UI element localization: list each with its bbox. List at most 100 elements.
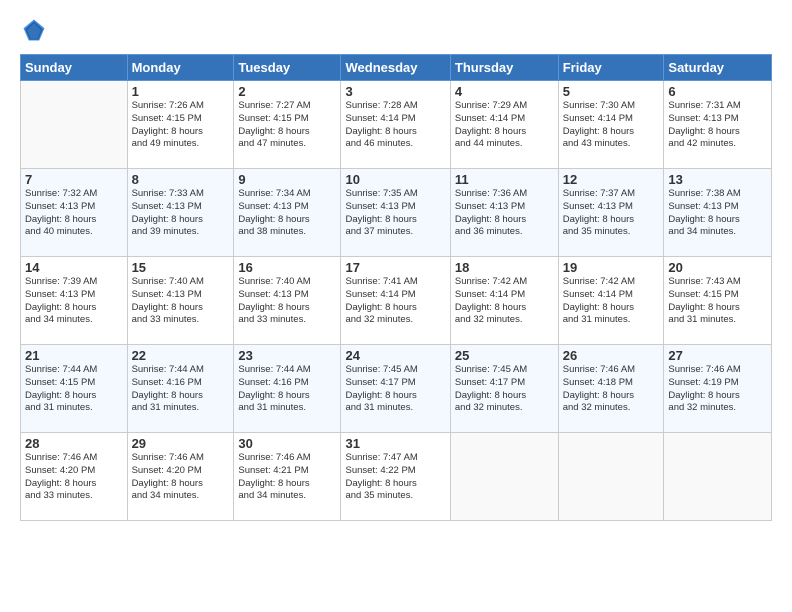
calendar-header-row: SundayMondayTuesdayWednesdayThursdayFrid… (21, 55, 772, 81)
calendar-cell: 4Sunrise: 7:29 AM Sunset: 4:14 PM Daylig… (450, 81, 558, 169)
day-info: Sunrise: 7:46 AM Sunset: 4:19 PM Dayligh… (668, 364, 767, 415)
calendar-cell: 14Sunrise: 7:39 AM Sunset: 4:13 PM Dayli… (21, 257, 128, 345)
calendar-cell: 2Sunrise: 7:27 AM Sunset: 4:15 PM Daylig… (234, 81, 341, 169)
day-info: Sunrise: 7:35 AM Sunset: 4:13 PM Dayligh… (345, 188, 445, 239)
calendar-cell: 29Sunrise: 7:46 AM Sunset: 4:20 PM Dayli… (127, 433, 234, 521)
calendar-cell: 7Sunrise: 7:32 AM Sunset: 4:13 PM Daylig… (21, 169, 128, 257)
day-info: Sunrise: 7:42 AM Sunset: 4:14 PM Dayligh… (563, 276, 660, 327)
day-number: 13 (668, 172, 767, 187)
day-info: Sunrise: 7:42 AM Sunset: 4:14 PM Dayligh… (455, 276, 554, 327)
header (20, 16, 772, 44)
day-number: 11 (455, 172, 554, 187)
day-number: 17 (345, 260, 445, 275)
day-number: 21 (25, 348, 123, 363)
day-info: Sunrise: 7:29 AM Sunset: 4:14 PM Dayligh… (455, 100, 554, 151)
calendar-cell: 18Sunrise: 7:42 AM Sunset: 4:14 PM Dayli… (450, 257, 558, 345)
logo-icon (20, 16, 48, 44)
calendar-cell (21, 81, 128, 169)
calendar-cell: 30Sunrise: 7:46 AM Sunset: 4:21 PM Dayli… (234, 433, 341, 521)
day-info: Sunrise: 7:44 AM Sunset: 4:16 PM Dayligh… (238, 364, 336, 415)
day-number: 30 (238, 436, 336, 451)
calendar-cell: 1Sunrise: 7:26 AM Sunset: 4:15 PM Daylig… (127, 81, 234, 169)
calendar-cell: 9Sunrise: 7:34 AM Sunset: 4:13 PM Daylig… (234, 169, 341, 257)
calendar-cell: 22Sunrise: 7:44 AM Sunset: 4:16 PM Dayli… (127, 345, 234, 433)
day-number: 9 (238, 172, 336, 187)
day-number: 27 (668, 348, 767, 363)
day-info: Sunrise: 7:26 AM Sunset: 4:15 PM Dayligh… (132, 100, 230, 151)
calendar-cell: 5Sunrise: 7:30 AM Sunset: 4:14 PM Daylig… (558, 81, 664, 169)
day-info: Sunrise: 7:46 AM Sunset: 4:21 PM Dayligh… (238, 452, 336, 503)
logo (20, 16, 52, 44)
day-info: Sunrise: 7:47 AM Sunset: 4:22 PM Dayligh… (345, 452, 445, 503)
day-number: 1 (132, 84, 230, 99)
day-info: Sunrise: 7:37 AM Sunset: 4:13 PM Dayligh… (563, 188, 660, 239)
day-info: Sunrise: 7:32 AM Sunset: 4:13 PM Dayligh… (25, 188, 123, 239)
calendar-header-friday: Friday (558, 55, 664, 81)
day-number: 10 (345, 172, 445, 187)
day-info: Sunrise: 7:41 AM Sunset: 4:14 PM Dayligh… (345, 276, 445, 327)
calendar-cell: 12Sunrise: 7:37 AM Sunset: 4:13 PM Dayli… (558, 169, 664, 257)
calendar-cell: 3Sunrise: 7:28 AM Sunset: 4:14 PM Daylig… (341, 81, 450, 169)
day-info: Sunrise: 7:38 AM Sunset: 4:13 PM Dayligh… (668, 188, 767, 239)
day-info: Sunrise: 7:39 AM Sunset: 4:13 PM Dayligh… (25, 276, 123, 327)
day-number: 19 (563, 260, 660, 275)
calendar-header-saturday: Saturday (664, 55, 772, 81)
calendar-cell: 24Sunrise: 7:45 AM Sunset: 4:17 PM Dayli… (341, 345, 450, 433)
calendar-cell: 15Sunrise: 7:40 AM Sunset: 4:13 PM Dayli… (127, 257, 234, 345)
day-info: Sunrise: 7:44 AM Sunset: 4:16 PM Dayligh… (132, 364, 230, 415)
calendar-week-2: 7Sunrise: 7:32 AM Sunset: 4:13 PM Daylig… (21, 169, 772, 257)
day-info: Sunrise: 7:27 AM Sunset: 4:15 PM Dayligh… (238, 100, 336, 151)
calendar-cell: 23Sunrise: 7:44 AM Sunset: 4:16 PM Dayli… (234, 345, 341, 433)
day-number: 29 (132, 436, 230, 451)
calendar-cell: 21Sunrise: 7:44 AM Sunset: 4:15 PM Dayli… (21, 345, 128, 433)
calendar-cell: 20Sunrise: 7:43 AM Sunset: 4:15 PM Dayli… (664, 257, 772, 345)
day-number: 18 (455, 260, 554, 275)
calendar-cell: 26Sunrise: 7:46 AM Sunset: 4:18 PM Dayli… (558, 345, 664, 433)
day-number: 31 (345, 436, 445, 451)
day-info: Sunrise: 7:40 AM Sunset: 4:13 PM Dayligh… (132, 276, 230, 327)
calendar-cell: 16Sunrise: 7:40 AM Sunset: 4:13 PM Dayli… (234, 257, 341, 345)
calendar-cell (558, 433, 664, 521)
day-number: 14 (25, 260, 123, 275)
calendar-cell: 19Sunrise: 7:42 AM Sunset: 4:14 PM Dayli… (558, 257, 664, 345)
day-number: 23 (238, 348, 336, 363)
day-info: Sunrise: 7:28 AM Sunset: 4:14 PM Dayligh… (345, 100, 445, 151)
day-number: 22 (132, 348, 230, 363)
day-number: 3 (345, 84, 445, 99)
day-number: 26 (563, 348, 660, 363)
calendar-cell: 31Sunrise: 7:47 AM Sunset: 4:22 PM Dayli… (341, 433, 450, 521)
day-info: Sunrise: 7:36 AM Sunset: 4:13 PM Dayligh… (455, 188, 554, 239)
calendar-cell: 6Sunrise: 7:31 AM Sunset: 4:13 PM Daylig… (664, 81, 772, 169)
day-number: 20 (668, 260, 767, 275)
day-number: 5 (563, 84, 660, 99)
calendar-header-tuesday: Tuesday (234, 55, 341, 81)
calendar-cell (450, 433, 558, 521)
day-number: 4 (455, 84, 554, 99)
calendar-header-wednesday: Wednesday (341, 55, 450, 81)
day-number: 8 (132, 172, 230, 187)
calendar-header-sunday: Sunday (21, 55, 128, 81)
day-number: 6 (668, 84, 767, 99)
day-info: Sunrise: 7:46 AM Sunset: 4:18 PM Dayligh… (563, 364, 660, 415)
calendar-cell: 11Sunrise: 7:36 AM Sunset: 4:13 PM Dayli… (450, 169, 558, 257)
calendar-week-1: 1Sunrise: 7:26 AM Sunset: 4:15 PM Daylig… (21, 81, 772, 169)
day-info: Sunrise: 7:40 AM Sunset: 4:13 PM Dayligh… (238, 276, 336, 327)
day-info: Sunrise: 7:30 AM Sunset: 4:14 PM Dayligh… (563, 100, 660, 151)
calendar-cell: 25Sunrise: 7:45 AM Sunset: 4:17 PM Dayli… (450, 345, 558, 433)
day-info: Sunrise: 7:45 AM Sunset: 4:17 PM Dayligh… (455, 364, 554, 415)
calendar-cell (664, 433, 772, 521)
calendar-cell: 17Sunrise: 7:41 AM Sunset: 4:14 PM Dayli… (341, 257, 450, 345)
calendar-week-5: 28Sunrise: 7:46 AM Sunset: 4:20 PM Dayli… (21, 433, 772, 521)
day-number: 16 (238, 260, 336, 275)
day-info: Sunrise: 7:34 AM Sunset: 4:13 PM Dayligh… (238, 188, 336, 239)
day-number: 24 (345, 348, 445, 363)
day-info: Sunrise: 7:33 AM Sunset: 4:13 PM Dayligh… (132, 188, 230, 239)
day-info: Sunrise: 7:31 AM Sunset: 4:13 PM Dayligh… (668, 100, 767, 151)
calendar-week-4: 21Sunrise: 7:44 AM Sunset: 4:15 PM Dayli… (21, 345, 772, 433)
calendar-cell: 8Sunrise: 7:33 AM Sunset: 4:13 PM Daylig… (127, 169, 234, 257)
calendar-cell: 27Sunrise: 7:46 AM Sunset: 4:19 PM Dayli… (664, 345, 772, 433)
day-info: Sunrise: 7:46 AM Sunset: 4:20 PM Dayligh… (25, 452, 123, 503)
calendar-cell: 10Sunrise: 7:35 AM Sunset: 4:13 PM Dayli… (341, 169, 450, 257)
day-number: 25 (455, 348, 554, 363)
day-info: Sunrise: 7:43 AM Sunset: 4:15 PM Dayligh… (668, 276, 767, 327)
